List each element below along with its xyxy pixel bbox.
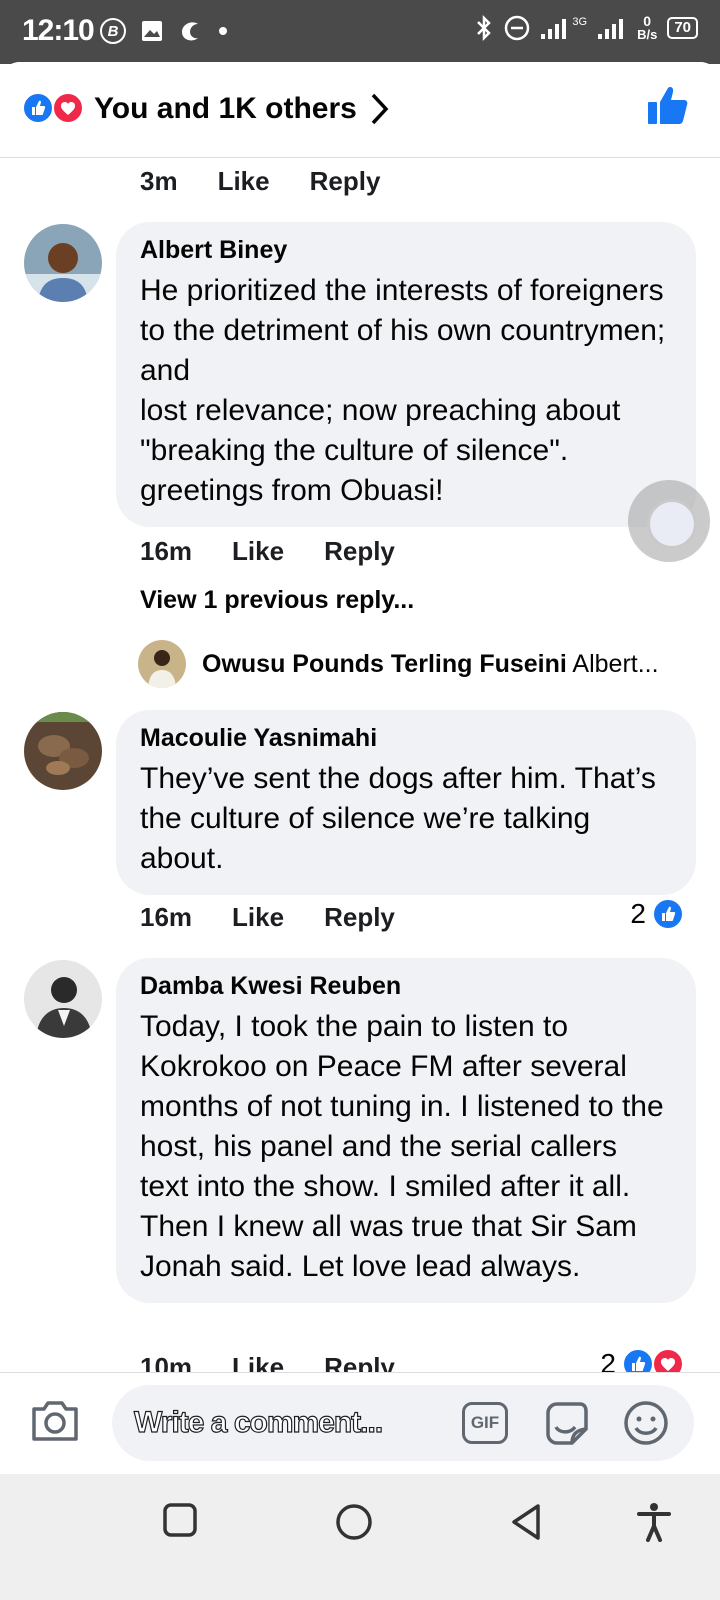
like-post-icon[interactable] [646, 84, 690, 128]
status-bar: 12:10 B 3G 0 B/s 70 [0, 0, 720, 64]
bluetooth-icon [477, 15, 492, 41]
comment-author[interactable]: Macoulie Yasnimahi [140, 724, 672, 753]
like-link[interactable]: Like [232, 902, 284, 933]
comment-text: They’ve sent the dogs after him. That’s … [140, 762, 656, 875]
chevron-right-icon[interactable] [370, 92, 390, 126]
avatar[interactable] [24, 960, 102, 1038]
comment-bubble[interactable]: Albert Biney He prioritized the interest… [116, 222, 696, 527]
comment-text: Today, I took the pain to listen to Kokr… [140, 1010, 664, 1283]
comment-meta: 10m Like Reply [140, 1352, 395, 1374]
gif-icon[interactable]: GIF [462, 1402, 508, 1444]
circle-nav-icon[interactable] [334, 1502, 374, 1542]
gallery-icon [142, 21, 162, 41]
system-icons: 3G 0 B/s 70 [474, 14, 698, 42]
view-previous-replies-link[interactable]: View 1 previous reply... [140, 586, 414, 615]
comment-bubble[interactable]: Macoulie Yasnimahi They’ve sent the dogs… [116, 710, 696, 895]
comment-time: 16m [140, 902, 193, 932]
signal-icon [541, 19, 567, 39]
battery-indicator: 70 [667, 17, 698, 39]
notification-icons: B [100, 18, 228, 44]
avatar[interactable] [138, 640, 186, 688]
reply-snippet: Albert... [572, 650, 659, 678]
comment-composer: Write a comment... GIF [0, 1372, 720, 1474]
reply-preview[interactable]: Owusu Pounds Terling Fuseini Albert... [202, 650, 659, 679]
comment-meta: 16m Like Reply [140, 536, 395, 567]
comment-author[interactable]: Albert Biney [140, 236, 672, 265]
comment-input-placeholder[interactable]: Write a comment... [133, 1405, 383, 1440]
reaction-count[interactable]: 2 [600, 1348, 684, 1374]
comment-time: 16m [140, 536, 193, 566]
emoji-icon[interactable] [622, 1399, 670, 1447]
comment-meta: 3m Like Reply [140, 166, 380, 197]
reply-link[interactable]: Reply [324, 536, 395, 567]
accessibility-icon[interactable] [636, 1502, 672, 1542]
system-navigation-bar [0, 1474, 720, 1600]
like-reaction-icon [22, 92, 54, 124]
app-notification-icon [182, 22, 198, 41]
comment-bubble[interactable]: Damba Kwesi Reuben Today, I took the pai… [116, 958, 696, 1303]
like-link[interactable]: Like [218, 166, 270, 197]
reaction-count-value: 2 [600, 1348, 616, 1374]
comments-sheet: You and 1K others 3m Like Reply Albert B… [0, 62, 720, 1600]
back-nav-icon[interactable] [508, 1502, 544, 1542]
comment-time: 3m [140, 166, 178, 196]
reply-link[interactable]: Reply [324, 1352, 395, 1374]
camera-icon[interactable] [30, 1397, 80, 1443]
comment-text: He prioritized the interests of foreigne… [140, 274, 666, 507]
signal-icon-2 [598, 19, 624, 39]
reactions-summary[interactable]: You and 1K others [94, 92, 357, 126]
comment-meta: 16m Like Reply [140, 902, 395, 933]
comment-author[interactable]: Damba Kwesi Reuben [140, 972, 672, 1001]
network-type: 3G [572, 16, 588, 28]
comment-input[interactable]: Write a comment... GIF [112, 1385, 694, 1461]
data-rate: 0 B/s [637, 13, 658, 42]
square-nav-icon[interactable] [162, 1502, 198, 1538]
reply-link[interactable]: Reply [310, 166, 381, 197]
comment-time: 10m [140, 1352, 193, 1374]
avatar[interactable] [24, 712, 102, 790]
do-not-disturb-icon [505, 15, 530, 41]
reaction-count[interactable]: 2 [630, 898, 684, 930]
status-time: 12:10 [22, 14, 95, 47]
reply-author[interactable]: Owusu Pounds Terling Fuseini [202, 650, 567, 678]
love-reaction-icon [52, 92, 84, 124]
avatar[interactable] [24, 224, 102, 302]
comment-list[interactable]: 3m Like Reply Albert Biney He prioritize… [0, 158, 720, 1374]
like-link[interactable]: Like [232, 1352, 284, 1374]
b-badge-icon: B [100, 18, 126, 44]
dot-icon [219, 27, 227, 35]
reactions-header[interactable]: You and 1K others [0, 62, 720, 158]
assistive-touch-button[interactable] [628, 480, 710, 562]
like-reaction-icon [652, 898, 684, 930]
sticker-icon[interactable] [542, 1399, 590, 1447]
reaction-count-value: 2 [630, 898, 646, 929]
love-reaction-icon [652, 1348, 684, 1374]
like-link[interactable]: Like [232, 536, 284, 567]
reply-link[interactable]: Reply [324, 902, 395, 933]
like-reaction-icon [622, 1348, 654, 1374]
